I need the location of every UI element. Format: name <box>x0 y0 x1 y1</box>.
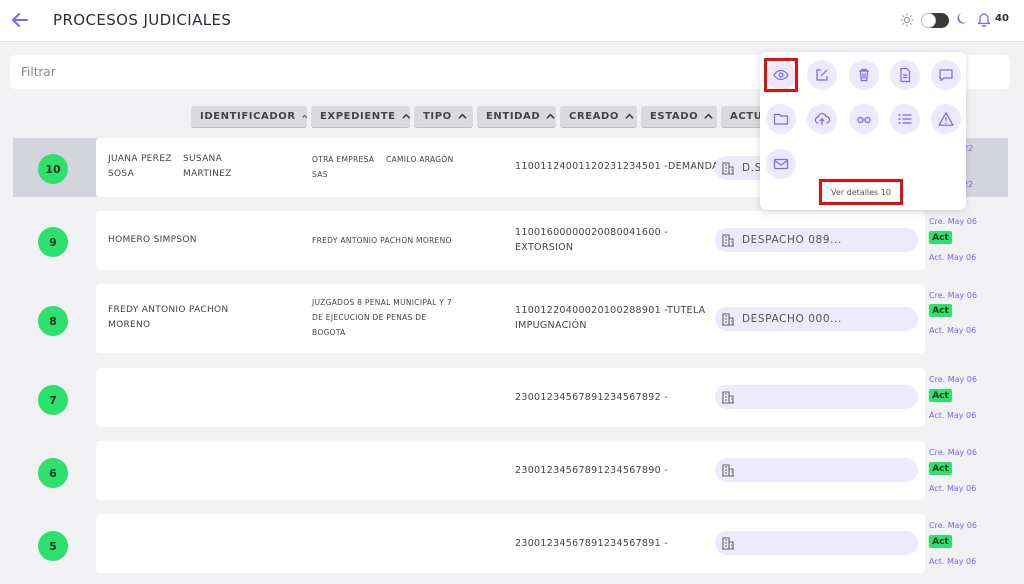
column-header-entidad[interactable]: ENTIDAD <box>477 106 556 127</box>
party-left: JUANA PEREZ SOSA <box>108 154 172 179</box>
review-button[interactable] <box>849 104 879 134</box>
entidad-text: DESPACHO 089... <box>742 234 842 246</box>
status-badge: Act <box>929 304 952 317</box>
column-header-estado[interactable]: ESTADO <box>641 106 717 127</box>
org: FREDY ANTONIO PACHON MORENO <box>312 236 452 245</box>
cloud-upload-icon <box>814 113 830 125</box>
moon-icon <box>956 11 970 29</box>
page-title: PROCESOS JUDICIALES <box>53 11 232 29</box>
list-icon <box>898 114 912 124</box>
row-number-badge: 7 <box>38 385 68 415</box>
expediente: 11001600000020080041600 - EXTORSION <box>515 227 668 253</box>
chevron-up-icon <box>458 113 467 119</box>
mail-button[interactable] <box>766 149 796 179</box>
trash-icon <box>859 68 869 82</box>
updated-date: Act. May 06 <box>929 253 977 262</box>
updated-date: Act. May 06 <box>929 557 977 566</box>
org: JUZGADOS 8 PENAL MUNICIPAL Y 7 DE EJECUCI… <box>312 298 452 337</box>
folder-icon <box>773 113 789 125</box>
comment-button[interactable] <box>931 60 961 90</box>
column-label: EXPEDIENTE <box>320 111 396 122</box>
entidad-pill <box>715 385 918 409</box>
status-badge: Act <box>929 231 952 244</box>
delete-button[interactable] <box>849 60 879 90</box>
column-label: ESTADO <box>650 111 699 122</box>
updated-date: Act. May 06 <box>929 411 977 420</box>
org-left: OTRA EMPRESA SAS <box>312 155 375 179</box>
building-icon <box>722 464 734 477</box>
top-bar: PROCESOS JUDICIALES 40 <box>0 0 1024 42</box>
building-icon <box>722 537 734 550</box>
entidad-pill <box>715 458 918 482</box>
party: FREDY ANTONIO PACHON MORENO <box>108 305 229 330</box>
org-right: CAMILO ARAGÓN <box>386 155 454 164</box>
chevron-up-icon <box>546 113 555 119</box>
party-right: SUSANA MARTINEZ <box>183 154 232 179</box>
expediente: 11001220400020100288901 -TUTELA IMPUGNACI… <box>515 305 706 331</box>
edit-icon <box>816 69 828 81</box>
comment-icon <box>939 69 953 82</box>
column-label: CREADO <box>569 111 620 122</box>
chevron-up-icon <box>301 114 307 118</box>
row-number-badge: 5 <box>38 531 68 561</box>
row-actions-popup: Ver detalles 10 <box>760 52 966 210</box>
entidad-pill <box>715 531 918 555</box>
party: HOMERO SIMPSON <box>108 235 197 245</box>
row-number-badge: 8 <box>38 306 68 336</box>
toggle-knob <box>921 13 936 28</box>
entidad-pill: DESPACHO 000... <box>715 307 918 331</box>
document-button[interactable] <box>890 60 920 90</box>
column-header-expediente[interactable]: EXPEDIENTE <box>311 106 410 127</box>
created-date: Cre. May 06 <box>929 521 977 530</box>
notification-count: 40 <box>995 13 1009 24</box>
building-icon <box>722 234 734 247</box>
folder-button[interactable] <box>766 104 796 134</box>
chevron-up-icon <box>625 113 634 119</box>
status-badge: Act <box>929 535 952 548</box>
document-icon <box>900 67 911 83</box>
expediente: 23001234567891234567890 - <box>515 465 668 476</box>
list-button[interactable] <box>890 104 920 134</box>
highlight-box-details <box>819 179 903 205</box>
sun-icon <box>900 13 914 27</box>
theme-toggle[interactable] <box>921 13 949 28</box>
created-date: Cre. May 06 <box>929 291 977 300</box>
column-label: TIPO <box>423 111 452 122</box>
expediente: 23001234567891234567892 - <box>515 392 668 403</box>
warning-button[interactable] <box>931 104 961 134</box>
upload-button[interactable] <box>807 104 837 134</box>
chevron-up-icon <box>401 113 410 119</box>
updated-date: Act. May 06 <box>929 484 977 493</box>
edit-button[interactable] <box>807 60 837 90</box>
mail-icon <box>773 158 789 170</box>
building-icon <box>722 391 734 404</box>
expediente: 23001234567891234567891 - <box>515 538 668 549</box>
created-date: Cre. May 06 <box>929 217 977 226</box>
column-header-identificador[interactable]: IDENTIFICADOR <box>191 106 307 127</box>
highlight-box-view <box>764 58 798 92</box>
bell-icon[interactable] <box>977 11 991 28</box>
entidad-text: DESPACHO 000... <box>742 313 842 325</box>
warning-icon <box>938 112 954 126</box>
expediente: 11001124001120231234501 -DEMANDA <box>515 161 719 172</box>
status-badge: Act <box>929 389 952 402</box>
row-number-badge: 9 <box>38 227 68 257</box>
chevron-up-icon <box>704 113 713 119</box>
column-header-creado[interactable]: CREADO <box>560 106 637 127</box>
building-icon <box>722 162 734 175</box>
glasses-icon <box>857 116 871 124</box>
column-header-tipo[interactable]: TIPO <box>414 106 473 127</box>
row-number-badge: 6 <box>38 458 68 488</box>
column-label: IDENTIFICADOR <box>200 111 296 122</box>
created-date: Cre. May 06 <box>929 375 977 384</box>
status-badge: Act <box>929 462 952 475</box>
back-arrow-icon[interactable] <box>10 10 30 30</box>
updated-date: Act. May 06 <box>929 326 977 335</box>
building-icon <box>722 313 734 326</box>
entidad-pill: DESPACHO 089... <box>715 228 918 252</box>
created-date: Cre. May 06 <box>929 448 977 457</box>
row-number-badge: 10 <box>38 154 68 184</box>
column-label: ENTIDAD <box>486 111 541 122</box>
